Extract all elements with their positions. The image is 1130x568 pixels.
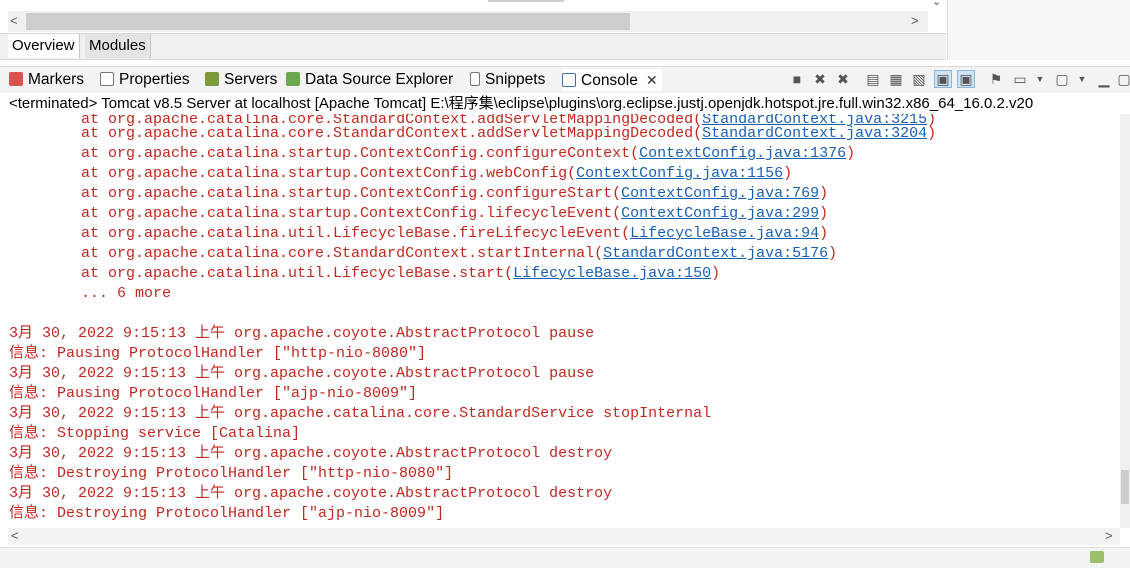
tab-snippets-label: Snippets — [485, 71, 546, 88]
display-console-icon[interactable]: ▭ — [1011, 70, 1029, 88]
scroll-thumb[interactable] — [1121, 470, 1129, 504]
scroll-right-icon[interactable]: > — [911, 11, 919, 31]
clear-console-icon[interactable]: ▤ — [864, 70, 882, 88]
chevron-down-icon[interactable]: ▼ — [1073, 70, 1091, 88]
console-horizontal-scrollbar[interactable]: < > — [8, 528, 1120, 545]
close-icon[interactable]: ✕ — [646, 72, 658, 88]
editor-horizontal-scrollbar[interactable]: < > — [8, 11, 928, 32]
show-stdout-icon[interactable]: ▣ — [934, 70, 952, 88]
tab-modules[interactable]: Modules — [85, 34, 151, 58]
log-line: 信息: Stopping service [Catalina] — [9, 425, 301, 442]
stack-trace-line: at org.apache.catalina.startup.ContextCo… — [9, 145, 856, 162]
source-link[interactable]: ContextConfig.java:1376 — [639, 145, 846, 162]
stack-trace-line: at org.apache.catalina.startup.ContextCo… — [9, 165, 793, 182]
open-console-icon[interactable]: ▢ — [1053, 70, 1071, 88]
scroll-left-icon[interactable]: < — [11, 526, 19, 546]
tab-properties-label: Properties — [119, 71, 190, 88]
stack-trace-line: at org.apache.catalina.util.LifecycleBas… — [9, 225, 829, 242]
maximize-icon[interactable]: ▢ — [1115, 70, 1130, 88]
tab-overview[interactable]: Overview — [8, 34, 80, 58]
markers-icon — [9, 72, 23, 86]
stack-trace-line: at org.apache.catalina.startup.ContextCo… — [9, 185, 829, 202]
tab-servers-label: Servers — [224, 71, 278, 88]
console-vertical-scrollbar[interactable] — [1120, 114, 1130, 528]
scroll-thumb[interactable] — [26, 13, 630, 30]
log-line: 3月 30, 2022 9:15:13 上午 org.apache.catali… — [9, 405, 712, 422]
snippets-icon — [470, 72, 480, 86]
tab-servers[interactable]: Servers — [205, 69, 277, 91]
data-source-icon — [286, 72, 300, 86]
console-output[interactable]: at org.apache.catalina.core.StandardCont… — [0, 114, 1120, 528]
tab-data-source-explorer[interactable]: Data Source Explorer — [286, 69, 453, 91]
process-status-label: <terminated> Tomcat v8.5 Server at local… — [9, 94, 1130, 114]
stack-trace-line: at org.apache.catalina.startup.ContextCo… — [9, 205, 829, 222]
console-icon — [562, 73, 576, 87]
view-tab-bar: Markers Properties Servers Data Source E… — [0, 66, 1130, 93]
tab-console[interactable]: Console ✕ — [562, 69, 662, 91]
pin-console-icon[interactable]: ⚑ — [987, 70, 1005, 88]
log-line: 3月 30, 2022 9:15:13 上午 org.apache.coyote… — [9, 485, 613, 502]
log-line: 信息: Pausing ProtocolHandler ["ajp-nio-80… — [9, 385, 418, 402]
tab-datasource-label: Data Source Explorer — [305, 71, 454, 88]
stack-trace-line: at org.apache.catalina.util.LifecycleBas… — [9, 265, 721, 282]
chevron-down-icon[interactable]: ▼ — [1031, 70, 1049, 88]
side-panel-gutter — [947, 0, 1130, 60]
show-stderr-icon[interactable]: ▣ — [957, 70, 975, 88]
scroll-right-icon[interactable]: > — [1105, 526, 1113, 546]
tab-console-label: Console — [581, 72, 638, 89]
source-link[interactable]: ContextConfig.java:299 — [621, 205, 819, 222]
tab-markers[interactable]: Markers — [9, 69, 84, 91]
source-link[interactable]: LifecycleBase.java:150 — [513, 265, 711, 282]
log-line: 信息: Pausing ProtocolHandler ["http-nio-8… — [9, 345, 427, 362]
status-icon — [1090, 551, 1104, 563]
log-line: 信息: Destroying ProtocolHandler ["http-ni… — [9, 465, 454, 482]
scroll-lock-icon[interactable]: ▦ — [887, 70, 905, 88]
chevron-down-icon[interactable]: ⌄ — [932, 0, 941, 8]
source-link[interactable]: StandardContext.java:5176 — [603, 245, 828, 262]
log-line: 3月 30, 2022 9:15:13 上午 org.apache.coyote… — [9, 365, 595, 382]
terminate-icon[interactable]: ■ — [788, 70, 806, 88]
stack-trace-line: at org.apache.catalina.core.StandardCont… — [9, 245, 838, 262]
remove-all-icon[interactable]: ✖ — [834, 70, 852, 88]
source-link[interactable]: LifecycleBase.java:94 — [630, 225, 819, 242]
source-link[interactable]: ContextConfig.java:769 — [621, 185, 819, 202]
log-line: 3月 30, 2022 9:15:13 上午 org.apache.coyote… — [9, 445, 613, 462]
tab-properties[interactable]: Properties — [100, 69, 190, 91]
tab-markers-label: Markers — [28, 71, 84, 88]
minimize-icon[interactable]: ▁ — [1095, 70, 1113, 88]
word-wrap-icon[interactable]: ▧ — [910, 70, 928, 88]
stack-trace-line: at org.apache.catalina.core.StandardCont… — [9, 125, 937, 142]
status-bar — [0, 547, 1130, 568]
servers-icon — [205, 72, 219, 86]
log-line: 3月 30, 2022 9:15:13 上午 org.apache.coyote… — [9, 325, 595, 342]
stack-trace-more: ... 6 more — [9, 285, 172, 302]
source-link[interactable]: ContextConfig.java:1156 — [576, 165, 783, 182]
editor-scroll-edge — [488, 0, 564, 2]
remove-launch-icon[interactable]: ✖ — [811, 70, 829, 88]
editor-tab-bar: Overview Modules — [0, 33, 946, 60]
properties-icon — [100, 72, 114, 86]
log-line: 信息: Destroying ProtocolHandler ["ajp-nio… — [9, 505, 445, 522]
scroll-left-icon[interactable]: < — [10, 11, 18, 31]
tab-snippets[interactable]: Snippets — [470, 69, 545, 91]
source-link[interactable]: StandardContext.java:3204 — [702, 125, 927, 142]
